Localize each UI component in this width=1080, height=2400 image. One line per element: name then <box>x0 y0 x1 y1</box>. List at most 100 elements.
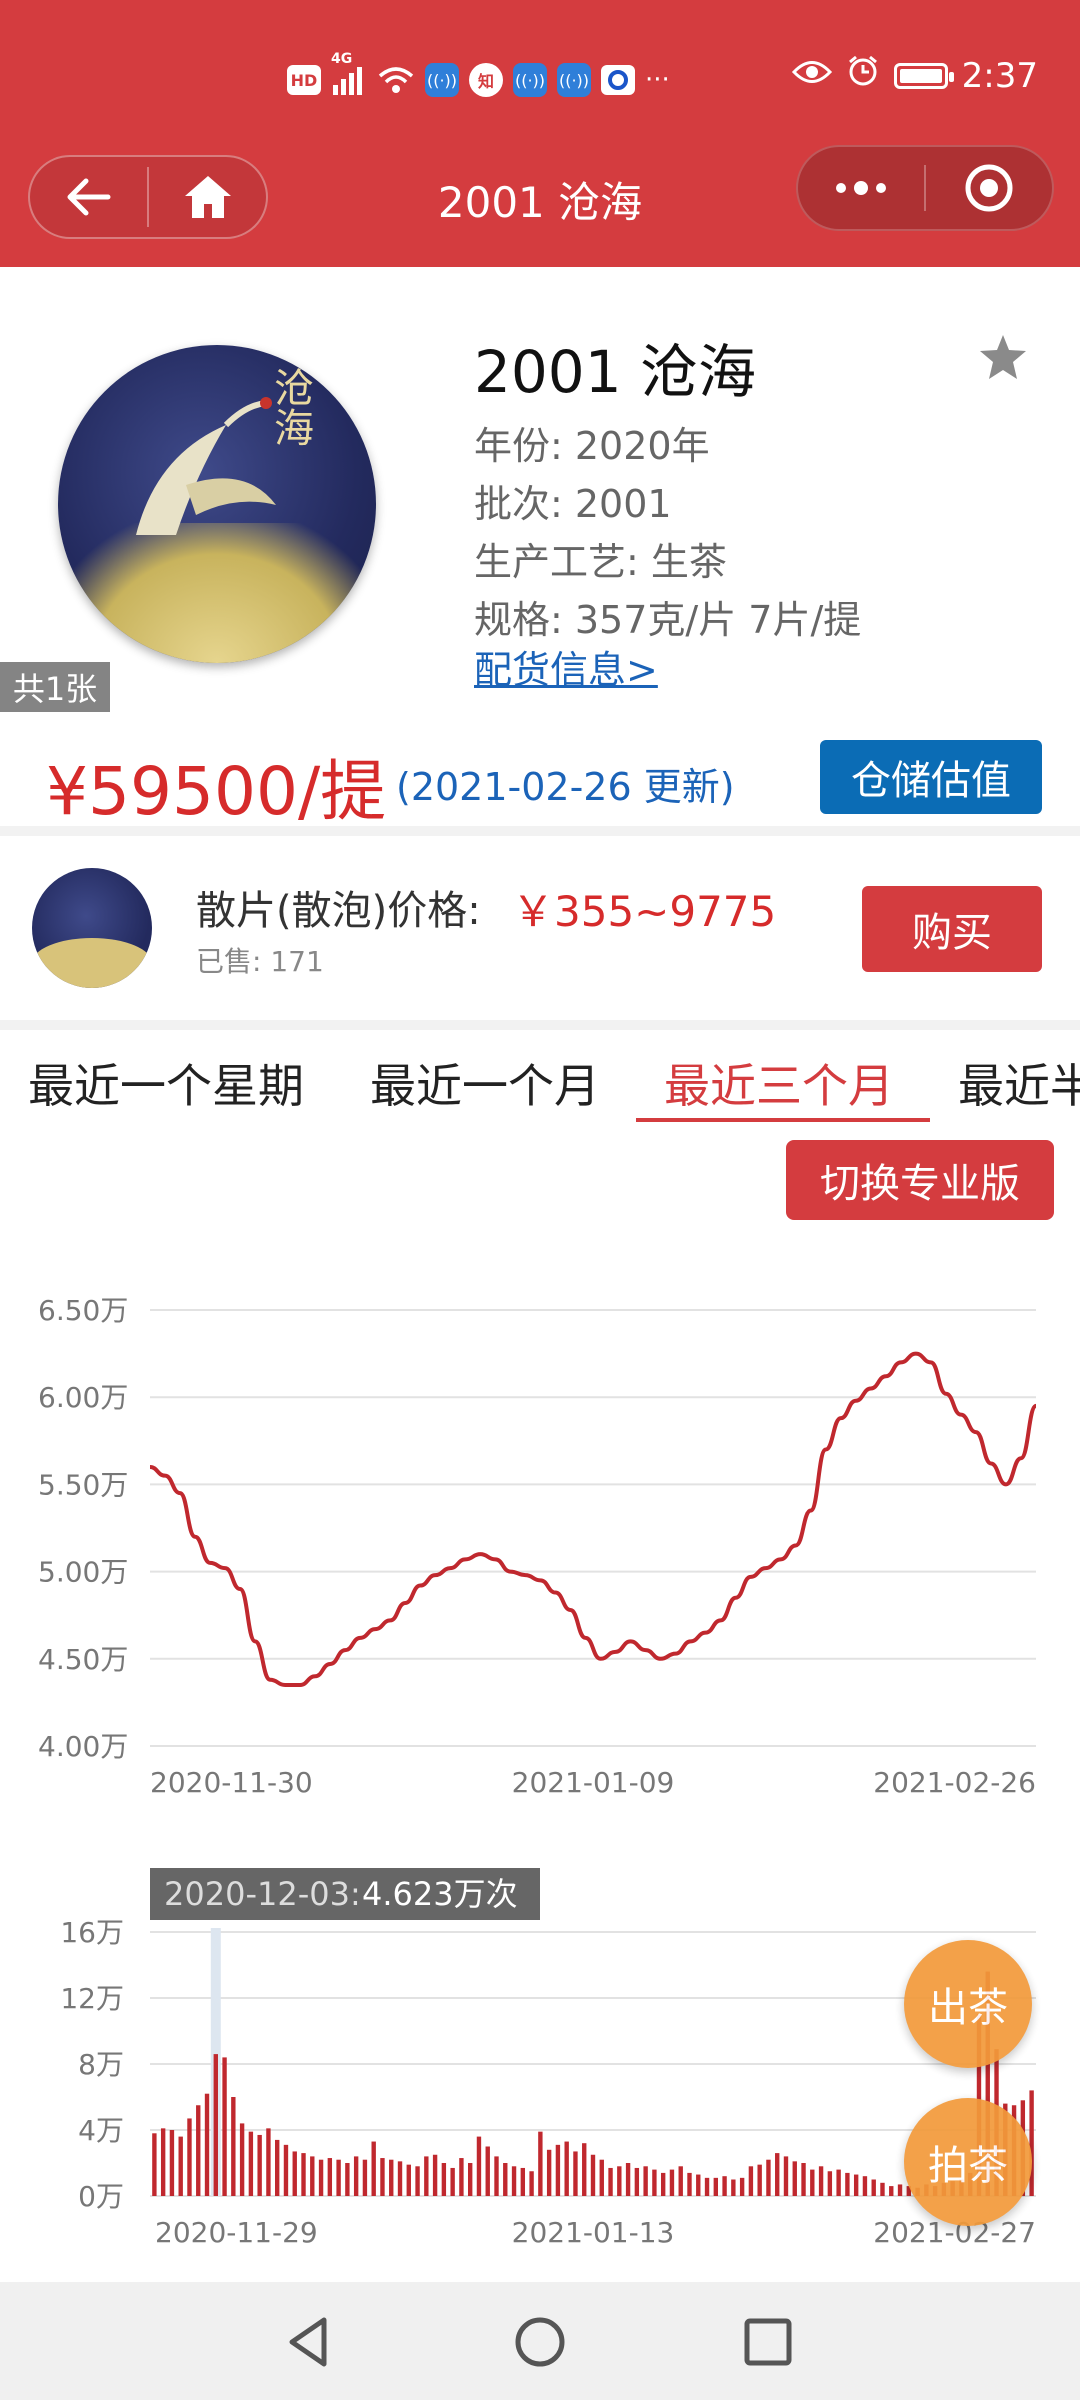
volume-bar[interactable] <box>687 2172 692 2196</box>
volume-bar[interactable] <box>432 2154 438 2196</box>
volume-bar[interactable] <box>529 2171 534 2196</box>
volume-bar[interactable] <box>406 2164 411 2196</box>
volume-bar[interactable] <box>757 2164 762 2196</box>
volume-bar[interactable] <box>713 2177 719 2196</box>
volume-bar[interactable] <box>538 2131 543 2196</box>
volume-bar[interactable] <box>546 2149 552 2196</box>
volume-bar[interactable] <box>608 2167 613 2196</box>
auction-tea-button[interactable]: 拍茶 <box>904 2098 1032 2226</box>
volume-bar[interactable] <box>801 2163 806 2196</box>
volume-bar[interactable] <box>862 2176 868 2196</box>
volume-bar[interactable] <box>766 2159 771 2196</box>
volume-bar[interactable] <box>467 2163 473 2196</box>
volume-bar[interactable] <box>696 2174 701 2196</box>
volume-bar[interactable] <box>871 2179 876 2197</box>
volume-bar[interactable] <box>336 2159 341 2196</box>
volume-bar[interactable] <box>292 2151 297 2196</box>
volume-bar[interactable] <box>160 2128 166 2196</box>
volume-bar[interactable] <box>239 2123 245 2196</box>
tab-three-months[interactable]: 最近三个月 <box>664 1050 894 1116</box>
volume-bar[interactable] <box>520 2167 526 2196</box>
volume-bar[interactable] <box>704 2177 710 2196</box>
volume-bar[interactable] <box>327 2158 333 2196</box>
volume-bar[interactable] <box>889 2186 894 2196</box>
volume-bar[interactable] <box>275 2139 280 2196</box>
sell-tea-button[interactable]: 出茶 <box>904 1940 1032 2068</box>
volume-bar[interactable] <box>266 2128 271 2196</box>
volume-bar[interactable] <box>582 2143 587 2196</box>
volume-bar[interactable] <box>617 2166 622 2196</box>
volume-bar[interactable] <box>836 2169 841 2196</box>
favorite-button[interactable] <box>978 333 1028 385</box>
volume-bar[interactable] <box>810 2169 815 2196</box>
volume-bar[interactable] <box>590 2154 596 2196</box>
volume-bar[interactable] <box>476 2136 482 2196</box>
volume-bar[interactable] <box>362 2159 368 2196</box>
volume-bar[interactable] <box>415 2166 420 2196</box>
volume-bar[interactable] <box>459 2158 464 2196</box>
volume-bar[interactable] <box>178 2136 183 2196</box>
volume-bar[interactable] <box>248 2131 254 2196</box>
volume-bar[interactable] <box>485 2146 490 2197</box>
volume-bar[interactable] <box>564 2141 569 2196</box>
volume-bar[interactable] <box>503 2163 508 2196</box>
tab-half-year[interactable]: 最近半 <box>958 1050 1080 1116</box>
volume-bar[interactable] <box>371 2141 376 2196</box>
volume-bar[interactable] <box>775 2153 780 2196</box>
volume-bar[interactable] <box>424 2156 429 2196</box>
volume-bar[interactable] <box>652 2169 657 2196</box>
volume-bar[interactable] <box>634 2167 640 2196</box>
volume-bar[interactable] <box>283 2144 289 2196</box>
volume-bar[interactable] <box>748 2166 754 2196</box>
volume-bar[interactable] <box>169 2130 175 2196</box>
volume-bar[interactable] <box>441 2163 447 2196</box>
volume-bar[interactable] <box>301 2153 306 2196</box>
volume-bar[interactable] <box>792 2161 797 2196</box>
volume-bar[interactable] <box>257 2134 262 2196</box>
volume-bar[interactable] <box>599 2159 604 2196</box>
volume-bar[interactable] <box>494 2156 499 2196</box>
more-button[interactable] <box>798 147 924 229</box>
volume-bar[interactable] <box>739 2177 745 2196</box>
switch-pro-button[interactable]: 切换专业版 <box>786 1140 1054 1220</box>
recents-nav-icon[interactable] <box>738 2312 798 2372</box>
volume-bar[interactable] <box>1029 2090 1034 2196</box>
volume-bar[interactable] <box>389 2159 394 2196</box>
close-miniprogram-button[interactable] <box>926 147 1052 229</box>
tab-week[interactable]: 最近一个星期 <box>28 1050 304 1116</box>
volume-bar[interactable] <box>196 2105 201 2196</box>
volume-bar[interactable] <box>380 2158 385 2196</box>
volume-bar[interactable] <box>231 2097 236 2196</box>
volume-bar[interactable] <box>669 2169 675 2196</box>
volume-bar[interactable] <box>845 2172 850 2196</box>
volume-bar[interactable] <box>897 2184 903 2196</box>
volume-bar[interactable] <box>625 2163 631 2196</box>
volume-bar[interactable] <box>204 2093 210 2196</box>
volume-bar[interactable] <box>555 2144 561 2196</box>
distribution-info-link[interactable]: 配货信息> <box>474 639 658 694</box>
volume-bar[interactable] <box>187 2118 192 2196</box>
volume-bar[interactable] <box>345 2163 350 2196</box>
volume-bar[interactable] <box>827 2171 833 2196</box>
storage-valuation-button[interactable]: 仓储估值 <box>820 740 1042 814</box>
volume-bar[interactable] <box>853 2174 859 2196</box>
volume-bar[interactable] <box>152 2133 157 2196</box>
buy-button[interactable]: 购买 <box>862 886 1042 972</box>
volume-bar[interactable] <box>353 2156 359 2196</box>
volume-bar[interactable] <box>573 2151 578 2196</box>
volume-bar[interactable] <box>222 2057 227 2196</box>
volume-bar[interactable] <box>818 2166 824 2196</box>
volume-bar[interactable] <box>783 2156 789 2196</box>
tab-month[interactable]: 最近一个月 <box>370 1050 600 1116</box>
back-nav-icon[interactable] <box>280 2312 340 2372</box>
volume-bar[interactable] <box>880 2182 885 2196</box>
volume-bar[interactable] <box>643 2166 648 2196</box>
volume-bar[interactable] <box>722 2176 727 2196</box>
volume-bar[interactable] <box>678 2166 683 2196</box>
volume-bar[interactable] <box>318 2159 324 2196</box>
volume-bar[interactable] <box>450 2167 455 2196</box>
home-nav-icon[interactable] <box>510 2312 570 2372</box>
product-image[interactable]: 沧海 <box>58 345 376 663</box>
volume-bar[interactable] <box>310 2156 315 2196</box>
volume-bar[interactable] <box>511 2166 517 2196</box>
